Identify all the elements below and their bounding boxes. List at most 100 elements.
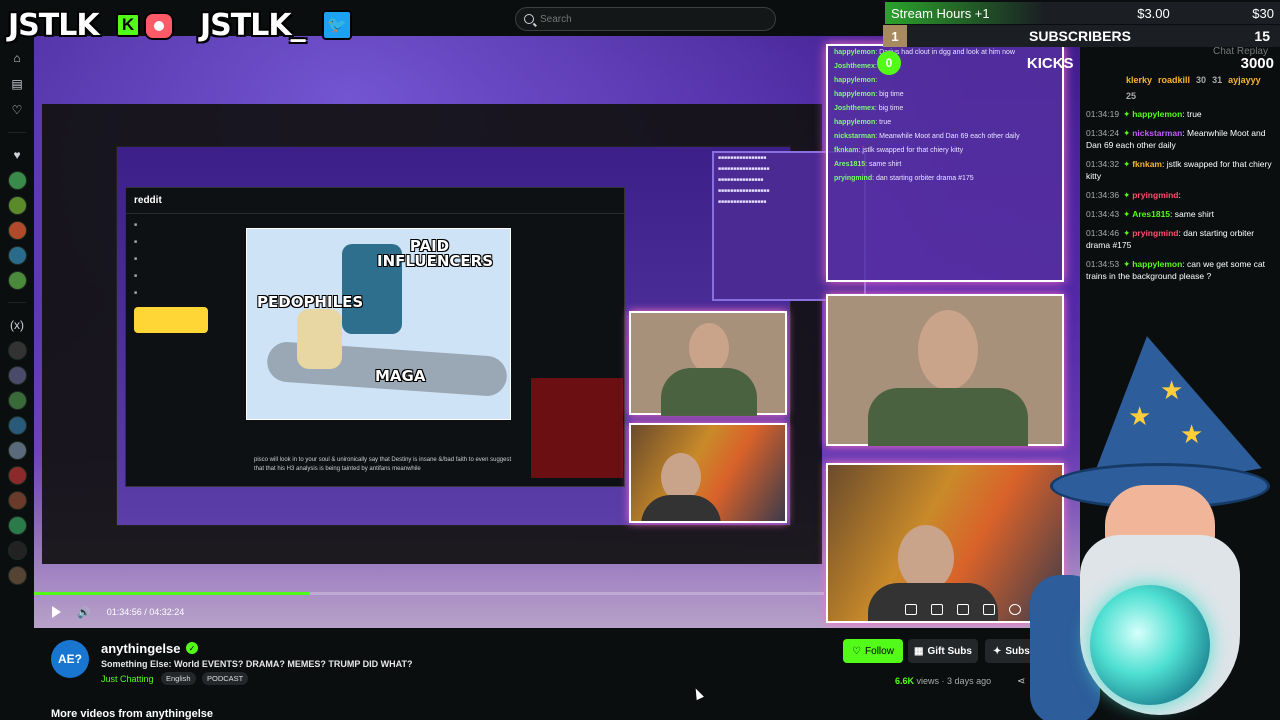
subscribers-label: SUBSCRIBERS <box>1029 28 1131 44</box>
seek-bar[interactable] <box>34 592 824 595</box>
theater-mode-icon[interactable] <box>931 604 943 615</box>
kicks-rank-badge: 0 <box>877 51 901 75</box>
channel-name[interactable]: anythingelse <box>101 641 180 656</box>
recommended-channel-avatar[interactable] <box>7 416 27 435</box>
followed-channel-avatar[interactable] <box>7 271 27 290</box>
overlay-chat-line: fknkam: jstlk swapped for that chiery ki… <box>834 147 964 154</box>
video-player[interactable]: reddit ■ ■ ■ ■ ■ PAID INFLUENCERS PEDOPHILES… <box>34 36 1080 628</box>
leader-name: klerky <box>1126 75 1153 85</box>
embedded-webcam-2 <box>629 423 787 523</box>
chat-message: 01:34:24 ✦ nickstarman: Meanwhile Moot and… <box>1086 128 1266 150</box>
followed-channel-avatar[interactable] <box>7 196 27 215</box>
leader-name: roadkill <box>1158 75 1191 85</box>
category-link[interactable]: Just Chatting <box>101 674 154 684</box>
recommended-channel-avatar[interactable] <box>7 491 27 510</box>
overlay-chat-line: happylemon: true <box>834 119 892 126</box>
tag-podcast[interactable]: PODCAST <box>202 672 249 685</box>
browse-icon[interactable]: ▤ <box>7 74 27 94</box>
reddit-post-caption: pisco will look in to your soul & uniron… <box>254 457 512 472</box>
verified-badge-icon: ✓ <box>186 642 198 654</box>
fullscreen-icon[interactable] <box>983 604 995 615</box>
recommended-channel-avatar[interactable] <box>7 441 27 460</box>
badge-icon: ✦ <box>1123 128 1131 138</box>
badge-icon: ✦ <box>1123 259 1131 269</box>
stream-hours-amount: $3.00 <box>1137 5 1170 21</box>
overlay-chat-line: nickstarman: Meanwhile Moot and Dan 69 e… <box>834 133 1020 140</box>
following-icon[interactable]: ♡ <box>7 100 27 120</box>
gift-subs-button[interactable]: ▦ Gift Subs <box>908 639 978 663</box>
settings-icon[interactable] <box>1009 604 1021 615</box>
recommended-channel-avatar[interactable] <box>7 341 27 360</box>
badge-icon: ✦ <box>1123 159 1131 169</box>
search-icon <box>524 14 534 24</box>
channel-info: AE? anythingelse ✓ Something Else: World… <box>34 636 1080 720</box>
meme-image: PAID INFLUENCERS PEDOPHILES MAGA <box>246 228 511 420</box>
chat-message: 01:34:32 ✦ fknkam: jstlk swapped for that … <box>1086 159 1272 181</box>
followed-channel-avatar[interactable] <box>7 221 27 240</box>
recommended-channel-avatar[interactable] <box>7 566 27 585</box>
chat-message: 01:34:43 ✦ Ares1815: same shirt <box>1086 209 1214 219</box>
brand-logo-left: JSTLK <box>8 8 100 43</box>
overlay-chat-line: pryingmind: dan starting orbiter drama #… <box>834 175 974 182</box>
badge-icon: ✦ <box>1123 209 1131 219</box>
overlay-chat-line: Ares1815: same shirt <box>834 161 902 168</box>
kicks-counter: 0 KICKS 3000 <box>877 51 1280 75</box>
player-controls: 🔊 01:34:56 / 04:32:24 <box>34 600 824 624</box>
badge-icon: ✦ <box>1123 190 1131 200</box>
recommended-channel-avatar[interactable] <box>7 391 27 410</box>
subscribers-counter: 1 SUBSCRIBERS 15 <box>883 25 1280 47</box>
leader-name: ayjayyy <box>1228 75 1261 85</box>
overlay-chat-line: Joshthemex: big time <box>834 105 904 112</box>
more-videos-heading: More videos from anythingelse <box>51 708 213 720</box>
followed-channel-avatar[interactable] <box>7 171 27 190</box>
left-sidebar: ⌂ ▤ ♡ ♥ (x) <box>0 0 34 720</box>
recommended-icon[interactable]: (x) <box>7 315 27 335</box>
heart-icon[interactable]: ♥ <box>7 145 27 165</box>
embedded-webcam-1 <box>629 311 787 416</box>
clip-icon[interactable] <box>905 604 917 615</box>
leader-count: 31 <box>1212 75 1223 85</box>
stream-hours-goal-value: $30 <box>1252 5 1274 21</box>
view-count: 6.6K views · 3 days ago <box>895 676 992 686</box>
chat-message: 01:34:53 ✦ happylemon: can we get some cat… <box>1086 259 1265 281</box>
stream-hours-label: Stream Hours +1 <box>891 5 990 21</box>
home-icon[interactable]: ⌂ <box>7 48 27 68</box>
stream-title: Something Else: World EVENTS? DRAMA? MEM… <box>101 659 413 669</box>
gift-icon: ▦ <box>914 645 924 657</box>
reddit-promo <box>134 307 208 333</box>
chat-message: 01:34:36 ✦ pryingmind: <box>1086 190 1181 200</box>
search-bar[interactable] <box>515 7 776 31</box>
wizard-mascot: ★ ★ ★ <box>1010 320 1280 720</box>
leader-count: 30 <box>1196 75 1207 85</box>
followed-channel-avatar[interactable] <box>7 246 27 265</box>
recommended-channel-avatar[interactable] <box>7 466 27 485</box>
chat-message: 01:34:46 ✦ pryingmind: dan starting orbite… <box>1086 228 1255 250</box>
tag-language[interactable]: English <box>161 672 196 685</box>
volume-icon[interactable]: 🔊 <box>77 606 91 619</box>
brand-logo-right: JSTLK_ <box>200 8 306 43</box>
overlay-chat-line: happylemon: big time <box>834 91 904 98</box>
reddit-logo: reddit <box>134 195 162 206</box>
chat-message: 01:34:19 ✦ happylemon: true <box>1086 109 1202 119</box>
record-icon <box>144 12 174 40</box>
twitter-bird-icon: 🐦 <box>322 10 352 40</box>
recommended-channel-avatar[interactable] <box>7 541 27 560</box>
meme-label: PEDOPHILES <box>257 293 364 311</box>
kicks-value: 3000 <box>1240 54 1274 72</box>
play-icon[interactable] <box>52 606 61 618</box>
reddit-page: reddit ■ ■ ■ ■ ■ PAID INFLUENCERS PEDOPHILES… <box>125 187 625 487</box>
search-input[interactable] <box>540 13 740 25</box>
badge-icon: ✦ <box>1123 109 1131 119</box>
reddit-card <box>531 378 623 478</box>
playback-time: 01:34:56 / 04:32:24 <box>106 607 185 617</box>
recommended-channel-avatar[interactable] <box>7 516 27 535</box>
heart-outline-icon: ♡ <box>852 645 862 657</box>
brand-overlay: JSTLK K JSTLK_ 🐦 <box>0 0 520 46</box>
leader-count: 25 <box>1126 91 1137 101</box>
overlay-chat-line: happylemon: <box>834 77 878 84</box>
stream-chat-overlay: happylemon: Darius had clout in dgg and … <box>826 44 1064 282</box>
recommended-channel-avatar[interactable] <box>7 366 27 385</box>
pip-icon[interactable] <box>957 604 969 615</box>
channel-avatar[interactable]: AE? <box>51 640 89 678</box>
follow-button[interactable]: ♡ Follow <box>843 639 903 663</box>
